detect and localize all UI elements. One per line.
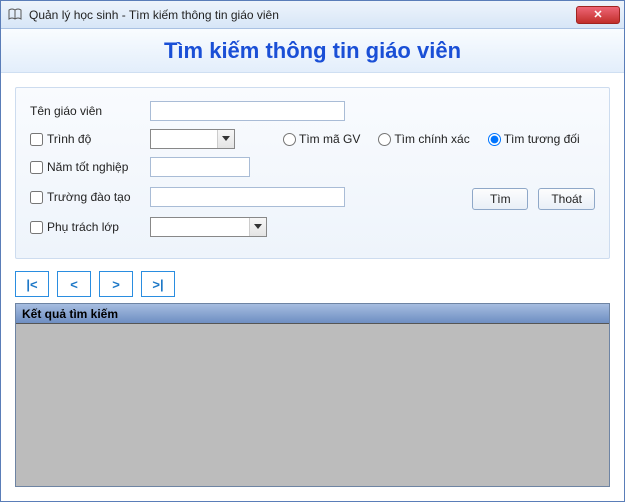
close-button[interactable]: ✕ [576,6,620,24]
grad-year-label: Năm tốt nghiệp [47,160,128,174]
grad-year-checkbox[interactable] [30,161,43,174]
school-checkbox[interactable] [30,191,43,204]
results-body[interactable] [16,324,609,486]
class-combo[interactable] [150,217,267,237]
teacher-name-label: Tên giáo viên [30,104,150,118]
results-header: Kết quả tìm kiếm [16,304,609,324]
radio-search-approx[interactable]: Tìm tương đối [488,132,580,146]
radio-search-code-input[interactable] [283,133,296,146]
degree-checkbox[interactable] [30,133,43,146]
nav-last-button[interactable]: >| [141,271,175,297]
search-form: Tên giáo viên Trình độ Tìm mã GV [15,87,610,259]
degree-label: Trình độ [47,132,91,146]
app-window: Quản lý học sinh - Tìm kiếm thông tin gi… [0,0,625,502]
degree-combo[interactable] [150,129,235,149]
radio-search-code[interactable]: Tìm mã GV [283,132,360,146]
teacher-name-input[interactable] [150,101,345,121]
close-icon: ✕ [593,8,602,21]
book-icon [7,7,23,23]
chevron-down-icon[interactable] [217,130,234,148]
radio-search-exact[interactable]: Tìm chính xác [378,132,469,146]
record-nav: |< < > >| [15,271,610,297]
class-label: Phụ trách lớp [47,220,119,234]
radio-search-exact-input[interactable] [378,133,391,146]
page-title: Tìm kiếm thông tin giáo viên [164,38,461,64]
window-title: Quản lý học sinh - Tìm kiếm thông tin gi… [29,8,576,22]
header-band: Tìm kiếm thông tin giáo viên [1,29,624,73]
nav-next-button[interactable]: > [99,271,133,297]
school-input[interactable] [150,187,345,207]
class-checkbox[interactable] [30,221,43,234]
degree-value [151,130,217,148]
grad-year-input[interactable] [150,157,250,177]
radio-search-approx-input[interactable] [488,133,501,146]
nav-first-button[interactable]: |< [15,271,49,297]
results-grid: Kết quả tìm kiếm [15,303,610,487]
exit-button[interactable]: Thoát [538,188,595,210]
chevron-down-icon[interactable] [249,218,266,236]
class-value [151,218,249,236]
nav-prev-button[interactable]: < [57,271,91,297]
school-label: Trường đào tạo [47,190,131,204]
search-button[interactable]: Tìm [472,188,528,210]
titlebar: Quản lý học sinh - Tìm kiếm thông tin gi… [1,1,624,29]
